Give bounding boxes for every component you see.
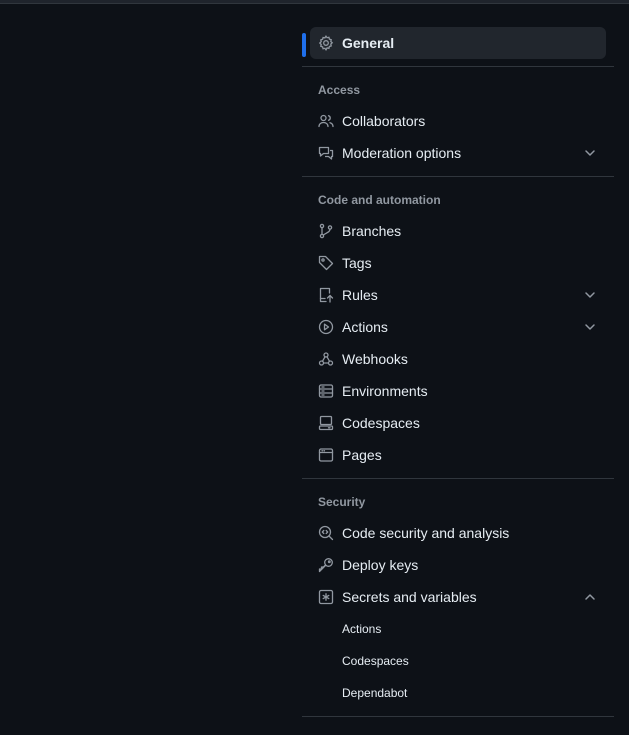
server-icon bbox=[318, 383, 334, 399]
nav-item-secrets-and-variables[interactable]: Secrets and variables bbox=[302, 581, 614, 613]
nav-item-code-security-and-analysis[interactable]: Code security and analysis bbox=[302, 517, 614, 549]
active-indicator bbox=[302, 33, 306, 57]
nav-item-branches[interactable]: Branches bbox=[302, 215, 614, 247]
nav-item-tags[interactable]: Tags bbox=[302, 247, 614, 279]
section-divider bbox=[302, 716, 614, 717]
codespaces-icon bbox=[318, 415, 334, 431]
nav-item-label: Rules bbox=[342, 287, 378, 303]
settings-sidebar-nav: General Access Collaborators Moderation … bbox=[302, 27, 614, 725]
nav-item-label: Pages bbox=[342, 447, 382, 463]
tag-icon bbox=[318, 255, 334, 271]
nav-item-environments[interactable]: Environments bbox=[302, 375, 614, 407]
top-border bbox=[0, 0, 629, 4]
nav-item-label: Actions bbox=[342, 319, 388, 335]
nav-item-codespaces[interactable]: Codespaces bbox=[302, 407, 614, 439]
play-icon bbox=[318, 319, 334, 335]
codescan-icon bbox=[318, 525, 334, 541]
repo-push-icon bbox=[318, 287, 334, 303]
nav-item-deploy-keys[interactable]: Deploy keys bbox=[302, 549, 614, 581]
git-branch-icon bbox=[318, 223, 334, 239]
subnav-item-secrets-codespaces[interactable]: Codespaces bbox=[302, 645, 614, 677]
nav-item-rules[interactable]: Rules bbox=[302, 279, 614, 311]
nav-item-collaborators[interactable]: Collaborators bbox=[302, 105, 614, 137]
nav-item-actions[interactable]: Actions bbox=[302, 311, 614, 343]
key-asterisk-icon bbox=[318, 589, 334, 605]
nav-item-label: Deploy keys bbox=[342, 557, 419, 573]
nav-item-label: General bbox=[342, 35, 395, 51]
people-icon bbox=[318, 113, 334, 129]
section-divider bbox=[302, 66, 614, 67]
nav-item-label: Codespaces bbox=[342, 415, 420, 431]
chevron-down-icon[interactable] bbox=[582, 145, 598, 161]
section-divider bbox=[302, 176, 614, 177]
nav-item-label: Webhooks bbox=[342, 351, 408, 367]
nav-item-webhooks[interactable]: Webhooks bbox=[302, 343, 614, 375]
report-icon bbox=[318, 145, 334, 161]
chevron-down-icon[interactable] bbox=[582, 319, 598, 335]
group-title-code-and-automation: Code and automation bbox=[318, 193, 441, 207]
nav-item-label: Environments bbox=[342, 383, 428, 399]
chevron-up-icon[interactable] bbox=[582, 589, 598, 605]
nav-item-label: Branches bbox=[342, 223, 402, 239]
webhook-icon bbox=[318, 351, 334, 367]
nav-item-label: Collaborators bbox=[342, 113, 426, 129]
nav-item-label: Code security and analysis bbox=[342, 525, 510, 541]
key-icon bbox=[318, 557, 334, 573]
subnav-item-secrets-actions[interactable]: Actions bbox=[302, 613, 614, 645]
nav-item-moderation-options[interactable]: Moderation options bbox=[302, 137, 614, 169]
chevron-down-icon[interactable] bbox=[582, 287, 598, 303]
nav-item-general[interactable]: General bbox=[310, 27, 606, 59]
nav-item-label: Moderation options bbox=[342, 145, 462, 161]
gear-icon bbox=[318, 35, 334, 51]
section-divider bbox=[302, 478, 614, 479]
nav-item-label: Secrets and variables bbox=[342, 589, 477, 605]
group-title-security: Security bbox=[318, 495, 366, 509]
group-title-access: Access bbox=[318, 83, 361, 97]
nav-item-label: Tags bbox=[342, 255, 372, 271]
browser-icon bbox=[318, 447, 334, 463]
subnav-item-secrets-dependabot[interactable]: Dependabot bbox=[302, 677, 614, 709]
nav-item-pages[interactable]: Pages bbox=[302, 439, 614, 471]
